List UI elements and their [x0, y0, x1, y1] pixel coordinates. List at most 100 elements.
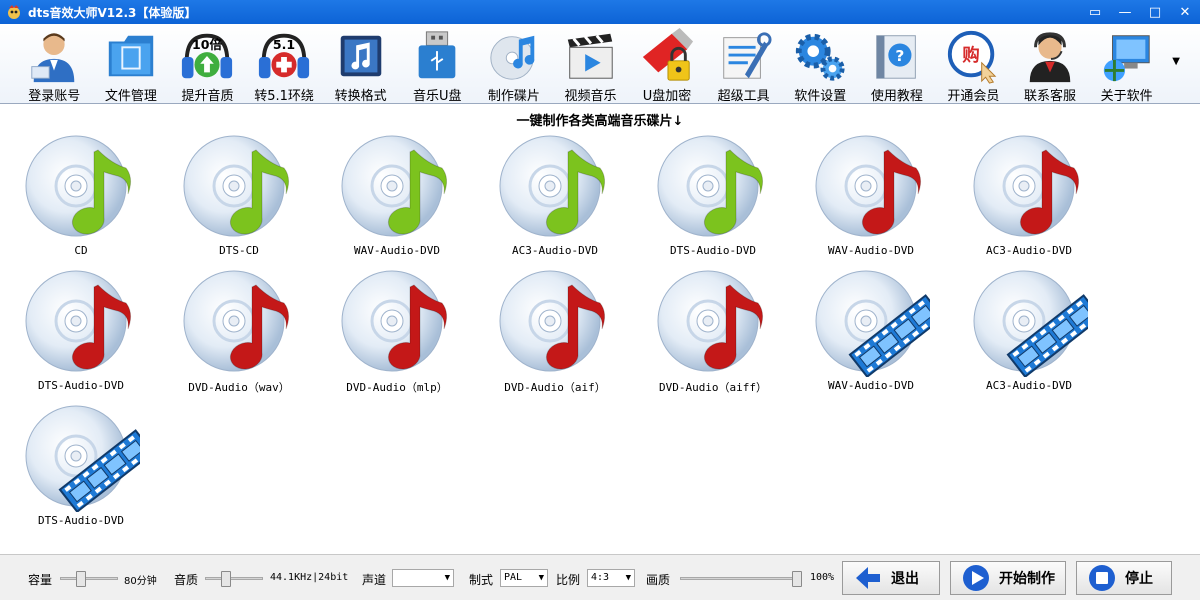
toolbar-login[interactable]: 登录账号 — [16, 24, 93, 104]
toolbar-file-manage-label: 文件管理 — [104, 89, 157, 104]
music-note-convert-icon — [340, 35, 381, 77]
toolbar-super-tools-label: 超级工具 — [717, 89, 770, 104]
disc-item[interactable]: DVD-Audio（wav） — [160, 269, 318, 397]
skin-button[interactable]: ▭ — [1080, 0, 1110, 24]
disc-item[interactable]: DVD-Audio（aif） — [476, 269, 634, 397]
toolbar-tutorial[interactable]: ? 使用教程 — [859, 24, 936, 104]
standard-select[interactable]: PAL ▼ — [500, 569, 548, 587]
toolbar-overflow-arrow-icon[interactable]: ▼ — [1172, 56, 1180, 67]
toolbar-surround-label: 转5.1环绕 — [254, 89, 314, 104]
toolbar-video-music-label: 视频音乐 — [564, 89, 617, 104]
toolbar-file-manage[interactable]: 文件管理 — [93, 24, 170, 104]
disc-red-note-icon — [499, 270, 606, 372]
disc-label: DVD-Audio（mlp） — [346, 381, 448, 394]
channel-select[interactable]: ▼ — [392, 569, 454, 587]
toolbar-music-usb[interactable]: 音乐U盘 — [399, 24, 476, 104]
stop-button[interactable]: 停止 — [1076, 561, 1172, 595]
svg-text:?: ? — [895, 47, 904, 65]
disc-red-note-icon — [25, 270, 132, 372]
disc-label: DTS-Audio-DVD — [669, 244, 757, 257]
disc-red-note-icon — [341, 270, 448, 372]
toolbar-about[interactable]: 关于软件 — [1088, 24, 1165, 104]
quality-slider-thumb[interactable] — [221, 571, 232, 587]
disc-item[interactable]: DTS-Audio-DVD — [2, 269, 160, 397]
picture-slider-thumb[interactable] — [792, 571, 802, 587]
toolbar-music-usb-label: 音乐U盘 — [413, 89, 462, 104]
surround-badge: 5.1 — [273, 37, 295, 52]
disc-item[interactable]: DTS-Audio-DVD — [2, 404, 160, 532]
toolbar-surround[interactable]: 5.1 转5.1环绕 — [246, 24, 323, 104]
close-button[interactable]: ✕ — [1170, 0, 1200, 24]
toolbar-login-label: 登录账号 — [28, 89, 81, 104]
disc-label: DVD-Audio（wav） — [188, 381, 290, 394]
quality-slider[interactable] — [205, 571, 263, 587]
toolbar-support[interactable]: 联系客服 — [1012, 24, 1089, 104]
disc-item[interactable]: DVD-Audio（aiff） — [634, 269, 792, 397]
toolbar-vip[interactable]: 购 开通会员 — [935, 24, 1012, 104]
ratio-select[interactable]: 4:3 ▼ — [587, 569, 635, 587]
main-toolbar: 登录账号 文件管理 10倍 提升音质 5.1 转5.1环绕 转换格式 音乐U盘 … — [0, 24, 1200, 104]
vip-buy-icon: 购 — [948, 30, 997, 84]
music-disc-icon — [490, 35, 535, 80]
disc-item[interactable]: WAV-Audio-DVD — [792, 134, 950, 262]
usb-lock-icon — [642, 28, 694, 81]
maximize-button[interactable]: □ — [1140, 0, 1170, 24]
toolbar-usb-encrypt[interactable]: U盘加密 — [629, 24, 706, 104]
disc-item[interactable]: AC3-Audio-DVD — [950, 134, 1108, 262]
user-login-icon — [31, 33, 75, 83]
disc-item[interactable]: DTS-CD — [160, 134, 318, 262]
channel-label: 声道 — [362, 573, 387, 587]
toolbar-usb-encrypt-label: U盘加密 — [642, 89, 692, 104]
play-icon — [963, 565, 989, 591]
toolbar-make-disc[interactable]: 制作碟片 — [476, 24, 553, 104]
usb-drive-icon — [418, 31, 456, 79]
arrow-left-icon — [856, 567, 880, 589]
disc-label: WAV-Audio-DVD — [827, 244, 915, 257]
toolbar-tutorial-label: 使用教程 — [870, 89, 923, 104]
capacity-value: 80分钟 — [124, 576, 157, 587]
picture-slider[interactable] — [680, 571, 802, 587]
toolbar-super-tools[interactable]: 超级工具 — [705, 24, 782, 104]
disc-green-note-icon — [341, 135, 448, 237]
minimize-button[interactable]: — — [1110, 0, 1140, 24]
vip-badge: 购 — [963, 45, 980, 66]
disc-red-note-icon — [815, 135, 922, 237]
disc-green-note-icon — [183, 135, 290, 237]
exit-button-label: 退出 — [891, 571, 919, 587]
start-button[interactable]: 开始制作 — [950, 561, 1066, 595]
toolbar-convert-format[interactable]: 转换格式 — [322, 24, 399, 104]
capacity-slider[interactable] — [60, 571, 118, 587]
disc-red-note-icon — [657, 270, 764, 372]
chevron-down-icon: ▼ — [625, 573, 631, 583]
disc-item[interactable]: AC3-Audio-DVD — [476, 134, 634, 262]
disc-item[interactable]: AC3-Audio-DVD — [950, 269, 1108, 397]
disc-item[interactable]: DTS-Audio-DVD — [634, 134, 792, 262]
disc-green-note-icon — [657, 135, 764, 237]
toolbar-convert-format-label: 转换格式 — [334, 89, 387, 104]
window-title: dts音效大师V12.3【体验版】 — [28, 5, 197, 20]
exit-button[interactable]: 退出 — [842, 561, 940, 595]
capacity-slider-thumb[interactable] — [76, 571, 87, 587]
disc-label: AC3-Audio-DVD — [985, 244, 1073, 257]
disc-item[interactable]: CD — [2, 134, 160, 262]
disc-label: DVD-Audio（aiff） — [658, 381, 768, 394]
toolbar-video-music[interactable]: 视频音乐 — [552, 24, 629, 104]
disc-red-note-icon — [973, 135, 1080, 237]
toolbar-settings[interactable]: 软件设置 — [782, 24, 859, 104]
enhance-badge: 10倍 — [192, 37, 222, 52]
disc-film-icon — [815, 270, 930, 377]
support-agent-icon — [1029, 32, 1071, 83]
ratio-select-value: 4:3 — [591, 572, 610, 583]
disc-item[interactable]: DVD-Audio（mlp） — [318, 269, 476, 397]
toolbar-enhance-quality[interactable]: 10倍 提升音质 — [169, 24, 246, 104]
bottom-control-bar: 容量 80分钟 音质 44.1KHz|24bit 声道 ▼ 制式 PAL ▼ 比… — [0, 554, 1200, 600]
disc-green-note-icon — [25, 135, 132, 237]
disc-green-note-icon — [499, 135, 606, 237]
toolbar-support-label: 联系客服 — [1024, 89, 1077, 104]
disc-item[interactable]: WAV-Audio-DVD — [318, 134, 476, 262]
disc-label: DTS-CD — [219, 244, 259, 257]
disc-item[interactable]: WAV-Audio-DVD — [792, 269, 950, 397]
disc-film-icon — [25, 405, 140, 512]
stop-icon — [1089, 565, 1115, 591]
disc-label: DTS-Audio-DVD — [37, 379, 125, 392]
